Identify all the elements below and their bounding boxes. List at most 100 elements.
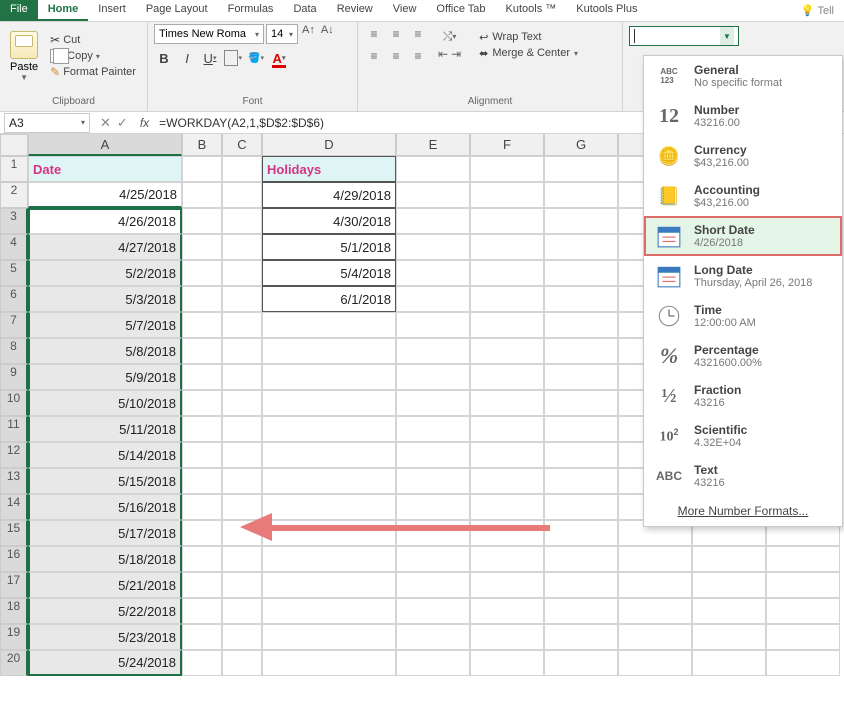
row-header-10[interactable]: 10 — [0, 390, 28, 416]
cell-r4-c5[interactable] — [470, 234, 544, 260]
cell-r3-c2[interactable] — [222, 208, 262, 234]
tell-me[interactable]: 💡Tell — [791, 0, 844, 21]
merge-center-button[interactable]: ⬌Merge & Center ▾ — [479, 47, 578, 60]
cell-r3-c5[interactable] — [470, 208, 544, 234]
font-color-button[interactable]: A▾ — [269, 48, 289, 68]
cell-r19-c5[interactable] — [470, 624, 544, 650]
cell-r11-c2[interactable] — [222, 416, 262, 442]
border-button[interactable]: ▾ — [223, 48, 243, 68]
cell-r18-c5[interactable] — [470, 598, 544, 624]
tab-home[interactable]: Home — [38, 0, 89, 21]
cell-r7-c6[interactable] — [544, 312, 618, 338]
nf-option-general[interactable]: ABC123GeneralNo specific format — [644, 56, 842, 96]
cell-r2-c3[interactable]: 4/29/2018 — [262, 182, 396, 208]
cell-r11-c3[interactable] — [262, 416, 396, 442]
cell-r18-c0[interactable]: 5/22/2018 — [28, 598, 182, 624]
tab-kutools-plus[interactable]: Kutools Plus — [566, 0, 647, 21]
cell-r2-c6[interactable] — [544, 182, 618, 208]
cell-r17-c3[interactable] — [262, 572, 396, 598]
cell-r20-c8[interactable] — [692, 650, 766, 676]
cell-r10-c5[interactable] — [470, 390, 544, 416]
cell-r10-c2[interactable] — [222, 390, 262, 416]
cell-r10-c0[interactable]: 5/10/2018 — [28, 390, 182, 416]
cell-r5-c4[interactable] — [396, 260, 470, 286]
nf-option-shortdate[interactable]: Short Date4/26/2018 — [644, 216, 842, 256]
row-header-20[interactable]: 20 — [0, 650, 28, 676]
nf-option-longdate[interactable]: Long DateThursday, April 26, 2018 — [644, 256, 842, 296]
row-header-15[interactable]: 15 — [0, 520, 28, 546]
col-header-B[interactable]: B — [182, 134, 222, 156]
underline-button[interactable]: U▾ — [200, 48, 220, 68]
tab-formulas[interactable]: Formulas — [218, 0, 284, 21]
row-header-11[interactable]: 11 — [0, 416, 28, 442]
cell-r10-c6[interactable] — [544, 390, 618, 416]
cell-r16-c2[interactable] — [222, 546, 262, 572]
fill-color-button[interactable]: 🪣▾ — [246, 48, 266, 68]
align-right-button[interactable]: ≡ — [408, 46, 428, 66]
more-number-formats[interactable]: More Number Formats... — [644, 496, 842, 526]
cell-r6-c6[interactable] — [544, 286, 618, 312]
cell-r6-c5[interactable] — [470, 286, 544, 312]
col-header-E[interactable]: E — [396, 134, 470, 156]
increase-indent-button[interactable]: ⇥ — [451, 47, 461, 61]
cell-r13-c0[interactable]: 5/15/2018 — [28, 468, 182, 494]
cell-r4-c2[interactable] — [222, 234, 262, 260]
cell-r20-c4[interactable] — [396, 650, 470, 676]
cell-r2-c4[interactable] — [396, 182, 470, 208]
decrease-indent-button[interactable]: ⇤ — [438, 47, 448, 61]
cell-r16-c3[interactable] — [262, 546, 396, 572]
cell-r14-c1[interactable] — [182, 494, 222, 520]
cell-r8-c5[interactable] — [470, 338, 544, 364]
cell-r15-c0[interactable]: 5/17/2018 — [28, 520, 182, 546]
col-header-C[interactable]: C — [222, 134, 262, 156]
fx-icon[interactable]: fx — [134, 116, 155, 130]
cell-r17-c1[interactable] — [182, 572, 222, 598]
cell-r7-c5[interactable] — [470, 312, 544, 338]
row-header-19[interactable]: 19 — [0, 624, 28, 650]
cell-r20-c5[interactable] — [470, 650, 544, 676]
cell-r14-c6[interactable] — [544, 494, 618, 520]
cell-r10-c4[interactable] — [396, 390, 470, 416]
cell-r19-c6[interactable] — [544, 624, 618, 650]
row-header-2[interactable]: 2 — [0, 182, 28, 208]
cell-r7-c3[interactable] — [262, 312, 396, 338]
cell-r12-c3[interactable] — [262, 442, 396, 468]
cell-r1-c6[interactable] — [544, 156, 618, 182]
row-header-5[interactable]: 5 — [0, 260, 28, 286]
name-box[interactable]: A3▾ — [4, 113, 90, 133]
cell-r8-c0[interactable]: 5/8/2018 — [28, 338, 182, 364]
align-middle-button[interactable]: ≡ — [386, 24, 406, 44]
cell-r4-c4[interactable] — [396, 234, 470, 260]
cell-r3-c4[interactable] — [396, 208, 470, 234]
tab-file[interactable]: File — [0, 0, 38, 21]
cell-r2-c2[interactable] — [222, 182, 262, 208]
orientation-button[interactable]: ⤭▾ — [438, 29, 461, 44]
cell-r20-c2[interactable] — [222, 650, 262, 676]
tab-data[interactable]: Data — [283, 0, 326, 21]
cell-r20-c0[interactable]: 5/24/2018 — [28, 650, 182, 676]
tab-review[interactable]: Review — [327, 0, 383, 21]
cell-r18-c3[interactable] — [262, 598, 396, 624]
cell-r19-c3[interactable] — [262, 624, 396, 650]
cell-r16-c5[interactable] — [470, 546, 544, 572]
cell-r16-c6[interactable] — [544, 546, 618, 572]
cell-r9-c6[interactable] — [544, 364, 618, 390]
cell-r20-c6[interactable] — [544, 650, 618, 676]
wrap-text-button[interactable]: ↩Wrap Text — [479, 31, 578, 44]
cell-r10-c3[interactable] — [262, 390, 396, 416]
cell-r12-c2[interactable] — [222, 442, 262, 468]
enter-formula-button[interactable]: ✓ — [117, 115, 128, 131]
cell-r20-c1[interactable] — [182, 650, 222, 676]
align-bottom-button[interactable]: ≡ — [408, 24, 428, 44]
cell-r3-c0[interactable]: 4/26/2018 — [28, 208, 182, 234]
cell-r3-c3[interactable]: 4/30/2018 — [262, 208, 396, 234]
row-header-3[interactable]: 3 — [0, 208, 28, 234]
cell-r16-c0[interactable]: 5/18/2018 — [28, 546, 182, 572]
cell-r2-c5[interactable] — [470, 182, 544, 208]
cell-r19-c0[interactable]: 5/23/2018 — [28, 624, 182, 650]
align-top-button[interactable]: ≡ — [364, 24, 384, 44]
cell-r19-c9[interactable] — [766, 624, 840, 650]
paste-button[interactable]: Paste ▼ — [6, 29, 42, 84]
cell-r4-c1[interactable] — [182, 234, 222, 260]
cell-r11-c5[interactable] — [470, 416, 544, 442]
